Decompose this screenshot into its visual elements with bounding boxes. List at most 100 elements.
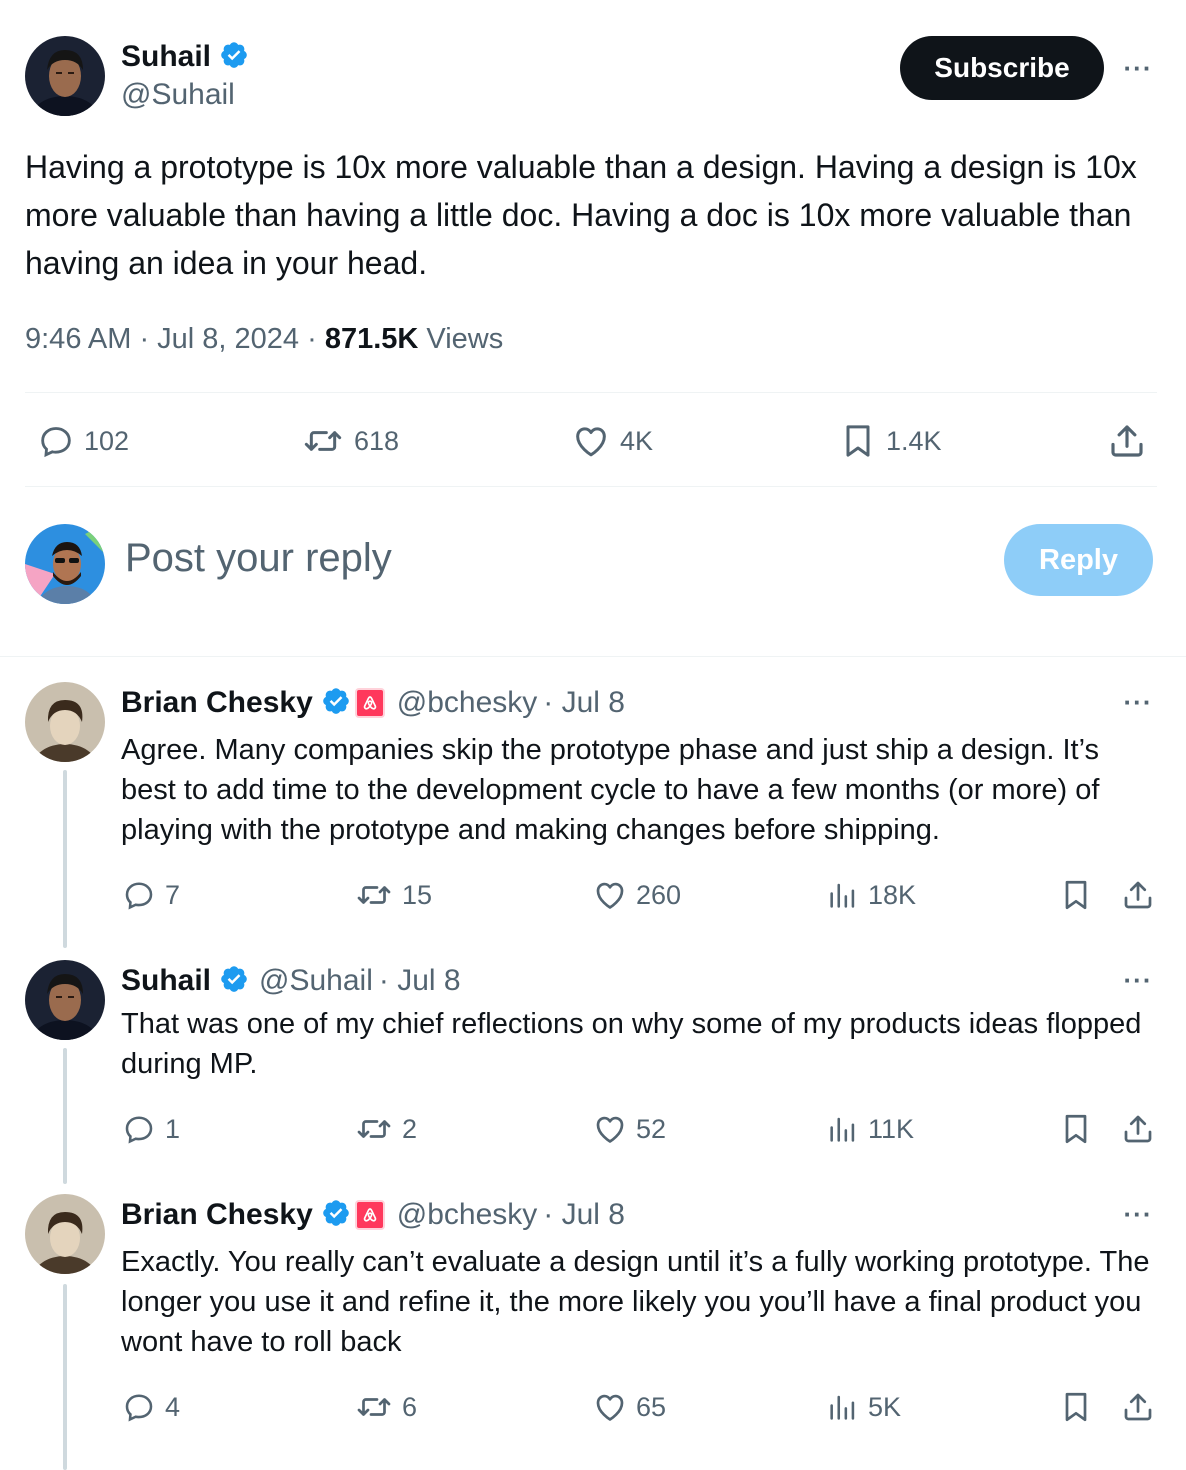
reply-author-name[interactable]: Suhail (121, 964, 211, 998)
heart-icon (570, 421, 612, 461)
bookmark-action[interactable] (1058, 876, 1094, 914)
repost-count: 618 (354, 425, 400, 456)
share-icon (1120, 1389, 1156, 1425)
reply-author-handle[interactable]: @bchesky (397, 686, 538, 720)
author-handle[interactable]: @Suhail (121, 78, 235, 112)
thread-connector (63, 1048, 67, 1184)
verified-badge-icon (321, 1198, 351, 1233)
author-name[interactable]: Suhail (121, 40, 211, 74)
reply-icon (121, 877, 157, 913)
subscribe-button[interactable]: Subscribe (900, 36, 1104, 100)
repost-icon (354, 1389, 394, 1425)
like-count: 52 (636, 1113, 667, 1144)
bookmark-icon (1058, 1389, 1094, 1425)
share-icon (1106, 420, 1148, 462)
reply-icon (121, 1389, 157, 1425)
views-action[interactable]: 5K (826, 1388, 901, 1426)
like-action[interactable]: 65 (592, 1388, 666, 1426)
bookmark-icon (1058, 877, 1094, 913)
reply-author-name[interactable]: Brian Chesky (121, 686, 313, 720)
like-action[interactable]: 260 (592, 876, 681, 914)
reply-action[interactable]: 7 (121, 876, 180, 914)
current-user-avatar[interactable] (25, 524, 105, 604)
repost-action[interactable]: 2 (354, 1110, 417, 1148)
repost-icon (300, 421, 346, 461)
share-icon (1120, 877, 1156, 913)
reply-input[interactable]: Post your reply (125, 536, 392, 581)
bookmark-count: 1.4K (886, 425, 942, 456)
heart-icon (592, 1111, 628, 1147)
reply-author-name[interactable]: Brian Chesky (121, 1198, 313, 1232)
reply-action[interactable]: 1 (121, 1110, 180, 1148)
reply-author-handle[interactable]: @Suhail (259, 964, 373, 998)
views-count: 5K (868, 1391, 902, 1422)
more-options-icon[interactable]: ··· (1116, 684, 1160, 720)
repost-icon (354, 1111, 394, 1147)
reply-date[interactable]: · Jul 8 (543, 1198, 625, 1232)
share-action[interactable] (1120, 1110, 1156, 1148)
repost-count: 2 (402, 1113, 418, 1144)
verified-badge-icon (219, 40, 249, 75)
views-count: 18K (868, 879, 917, 910)
reply-text: That was one of my chief reflections on … (121, 1008, 1142, 1080)
views-count: 871.5K (324, 323, 419, 355)
reply-author-avatar[interactable] (25, 1194, 105, 1274)
like-action[interactable]: 4K (570, 420, 653, 462)
views-action[interactable]: 11K (826, 1110, 914, 1148)
views-count: 11K (868, 1113, 915, 1144)
airbnb-logo-icon (354, 1200, 385, 1230)
verified-badge-icon (321, 686, 351, 721)
reply-author-avatar[interactable] (25, 960, 105, 1040)
reply-icon (121, 1111, 157, 1147)
analytics-icon (826, 1111, 860, 1147)
author-avatar[interactable] (25, 36, 105, 116)
tweet-text: Having a prototype is 10x more valuable … (25, 149, 1137, 281)
share-action[interactable] (1120, 1388, 1156, 1426)
more-options-icon[interactable]: ··· (1116, 50, 1160, 86)
reply-text: Exactly. You really can’t evaluate a des… (121, 1246, 1150, 1358)
reply-button[interactable]: Reply (1004, 524, 1153, 596)
repost-icon (354, 877, 394, 913)
views-label: Views (418, 323, 504, 355)
reply-count: 1 (165, 1113, 181, 1144)
reply-author-handle[interactable]: @bchesky (397, 1198, 538, 1232)
analytics-icon (826, 1389, 860, 1425)
reply-count: 4 (165, 1391, 181, 1422)
share-action[interactable] (1120, 876, 1156, 914)
share-icon (1120, 1111, 1156, 1147)
like-action[interactable]: 52 (592, 1110, 666, 1148)
bookmark-action[interactable] (1058, 1110, 1094, 1148)
divider (0, 656, 1186, 657)
more-options-icon[interactable]: ··· (1116, 1196, 1160, 1232)
heart-icon (592, 1389, 628, 1425)
bookmark-icon (838, 421, 878, 461)
repost-action[interactable]: 618 (300, 420, 399, 462)
repost-count: 15 (402, 879, 433, 910)
reply-author-avatar[interactable] (25, 682, 105, 762)
reply-count: 7 (165, 879, 181, 910)
reply-icon (36, 421, 76, 461)
airbnb-logo-icon (354, 688, 385, 718)
bookmark-action[interactable]: 1.4K (838, 420, 942, 462)
thread-connector (63, 1284, 67, 1470)
divider (25, 392, 1157, 393)
thread-connector (63, 770, 67, 948)
repost-action[interactable]: 6 (354, 1388, 417, 1426)
share-action[interactable] (1106, 420, 1148, 462)
like-count: 65 (636, 1391, 667, 1422)
repost-count: 6 (402, 1391, 418, 1422)
tweet-timestamp[interactable]: 9:46 AM · Jul 8, 2024 · (25, 323, 325, 355)
heart-icon (592, 877, 628, 913)
reply-date[interactable]: · Jul 8 (379, 964, 461, 998)
reply-count: 102 (84, 425, 130, 456)
verified-badge-icon (219, 964, 249, 999)
reply-date[interactable]: · Jul 8 (543, 686, 625, 720)
reply-action[interactable]: 4 (121, 1388, 180, 1426)
repost-action[interactable]: 15 (354, 876, 432, 914)
bookmark-action[interactable] (1058, 1388, 1094, 1426)
more-options-icon[interactable]: ··· (1116, 962, 1160, 998)
reply-action[interactable]: 102 (36, 420, 129, 462)
tweet-meta: 9:46 AM · Jul 8, 2024 · 871.5K Views (25, 323, 503, 356)
bookmark-icon (1058, 1111, 1094, 1147)
views-action[interactable]: 18K (826, 876, 916, 914)
